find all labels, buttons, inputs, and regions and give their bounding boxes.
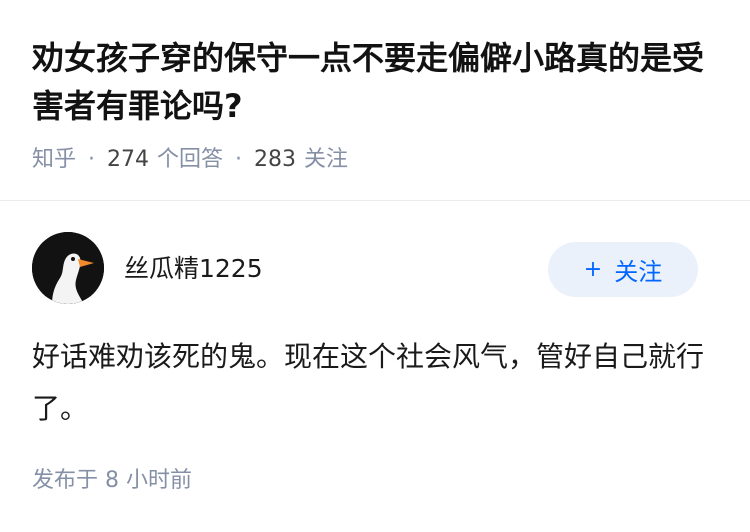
followers-count: 283 (254, 147, 297, 172)
question-header: 劝女孩子穿的保守一点不要走偏僻小路真的是受害者有罪论吗? 知乎 · 274 个回… (0, 0, 750, 200)
avatar[interactable] (32, 232, 104, 304)
question-title[interactable]: 劝女孩子穿的保守一点不要走偏僻小路真的是受害者有罪论吗? (32, 34, 722, 130)
publish-time: 发布于 8 小时前 (32, 468, 192, 493)
follow-button[interactable]: + 关注 (548, 242, 698, 297)
answer-author-row: 丝瓜精1225 + 关注 (32, 232, 718, 308)
author-name[interactable]: 丝瓜精1225 (124, 252, 263, 286)
source-label[interactable]: 知乎 (32, 144, 76, 176)
zhihu-question-page: 劝女孩子穿的保守一点不要走偏僻小路真的是受害者有罪论吗? 知乎 · 274 个回… (0, 0, 750, 532)
separator-dot: · (88, 147, 96, 172)
follow-button-label: 关注 (614, 258, 663, 286)
followers-label[interactable]: 关注 (304, 144, 348, 176)
plus-icon: + (583, 257, 603, 282)
separator-dot: · (235, 147, 243, 172)
answer-content[interactable]: 好话难劝该死的鬼。现在这个社会风气，管好自己就行了。 (32, 331, 712, 435)
answers-label[interactable]: 个回答 (157, 144, 223, 176)
goose-avatar-icon (32, 232, 104, 304)
question-meta: 知乎 · 274 个回答 · 283 关注 (32, 144, 348, 176)
divider (0, 200, 750, 201)
answers-count: 274 (107, 147, 150, 172)
